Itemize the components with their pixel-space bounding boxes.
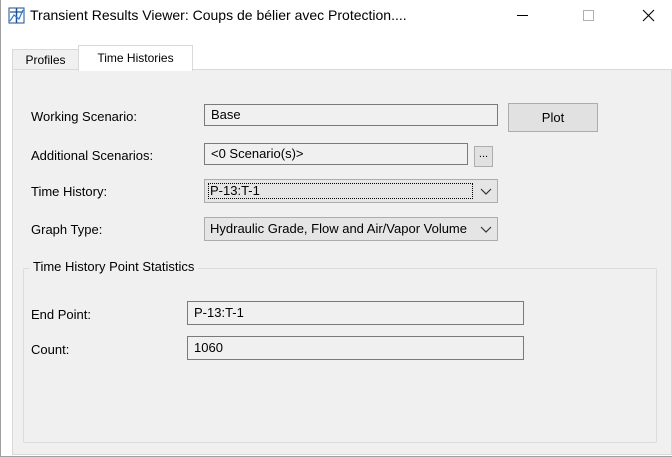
time-history-label: Time History:: [31, 184, 108, 199]
maximize-button[interactable]: [565, 0, 611, 30]
maximize-icon: [583, 10, 594, 21]
end-point-label: End Point:: [31, 307, 91, 322]
tab-time-histories[interactable]: Time Histories: [78, 45, 193, 71]
transient-viewer-icon: [8, 7, 25, 24]
minimize-button[interactable]: [499, 0, 545, 30]
additional-scenarios-label: Additional Scenarios:: [31, 148, 154, 163]
minimize-icon: [517, 15, 528, 16]
window-title: Transient Results Viewer: Coups de bélie…: [30, 7, 407, 23]
transient-results-viewer-window: Transient Results Viewer: Coups de bélie…: [0, 0, 672, 457]
graph-type-dropdown[interactable]: Hydraulic Grade, Flow and Air/Vapor Volu…: [204, 217, 498, 241]
tab-profiles[interactable]: Profiles: [12, 49, 79, 71]
statistics-group-title: Time History Point Statistics: [29, 259, 199, 274]
chevron-down-icon: [480, 188, 492, 195]
count-field: 1060: [187, 336, 524, 360]
tab-strip: Profiles Time Histories: [1, 44, 672, 71]
graph-type-label: Graph Type:: [31, 222, 103, 237]
time-history-dropdown[interactable]: P-13:T-1: [204, 179, 498, 203]
graph-type-value: Hydraulic Grade, Flow and Air/Vapor Volu…: [210, 221, 467, 236]
end-point-field: P-13:T-1: [187, 301, 524, 325]
time-history-value: P-13:T-1: [210, 183, 260, 198]
close-button[interactable]: [625, 0, 671, 30]
close-icon: [642, 9, 655, 22]
working-scenario-field: Base: [204, 104, 498, 126]
select-scenarios-button[interactable]: ...: [474, 146, 493, 167]
additional-scenarios-field: <0 Scenario(s)>: [204, 143, 468, 165]
title-bar[interactable]: Transient Results Viewer: Coups de bélie…: [1, 0, 672, 30]
plot-button[interactable]: Plot: [508, 103, 598, 132]
working-scenario-label: Working Scenario:: [31, 109, 137, 124]
chevron-down-icon: [480, 226, 492, 233]
count-label: Count:: [31, 342, 70, 357]
